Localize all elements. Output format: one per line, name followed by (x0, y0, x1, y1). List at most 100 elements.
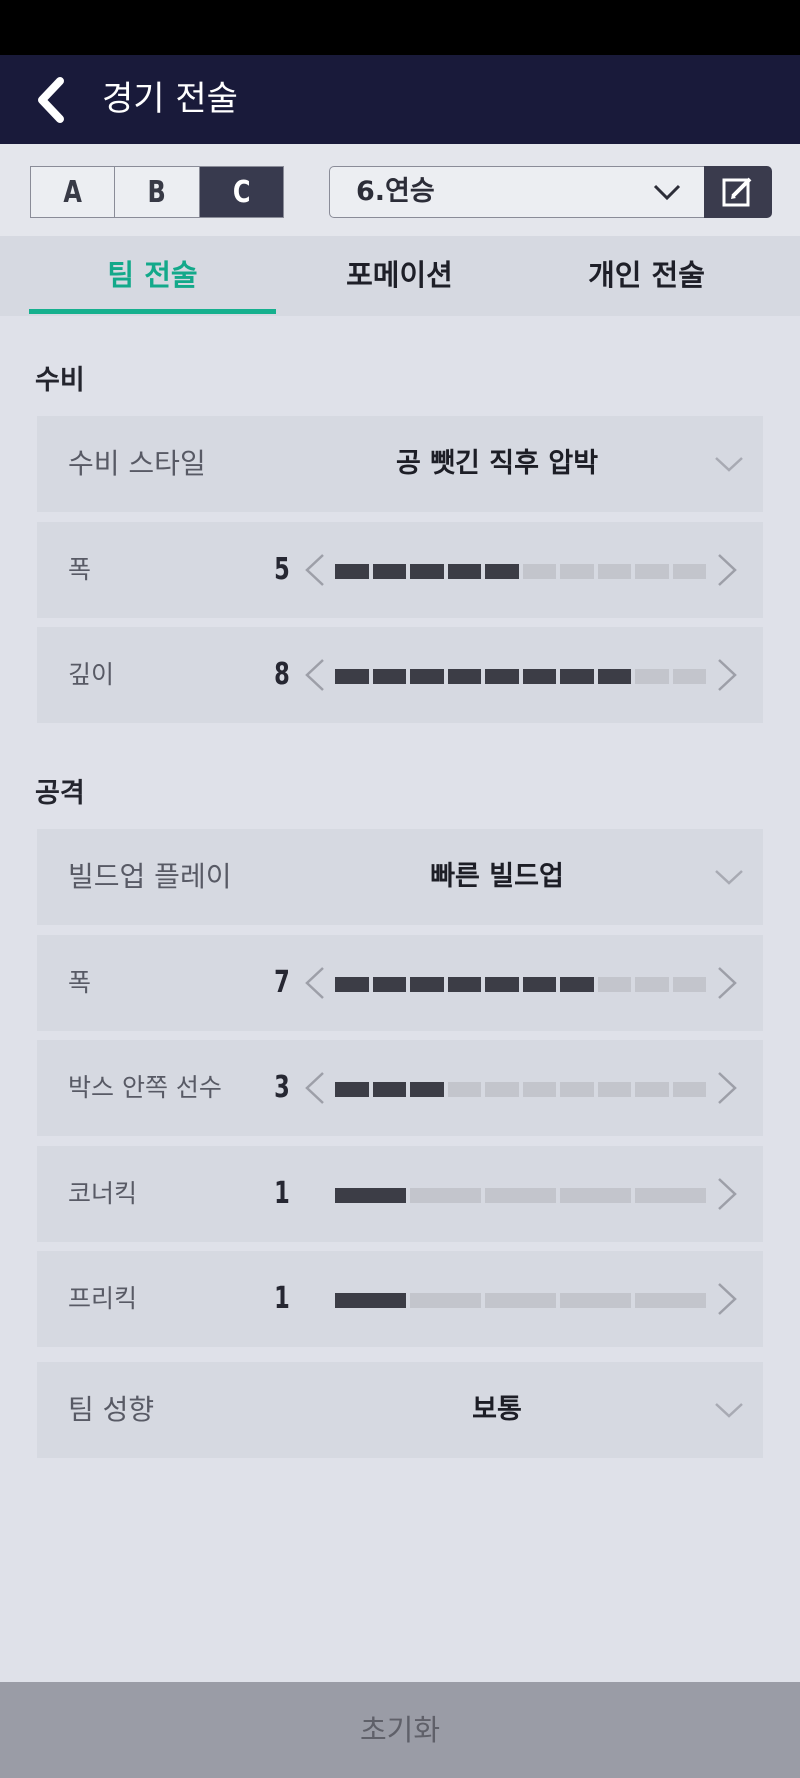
bar-segment-filled (485, 669, 519, 684)
row-label: 수비 스타일 (68, 447, 206, 480)
squad-tab-label: A (63, 174, 82, 210)
edit-icon (722, 177, 752, 207)
edit-tactic-button[interactable] (704, 166, 772, 218)
active-tab-indicator (29, 309, 276, 314)
level-bar[interactable] (335, 977, 706, 992)
back-button[interactable] (30, 73, 80, 127)
increase-arrow-icon[interactable] (713, 552, 741, 588)
bar-segment-empty (635, 1082, 669, 1097)
bar-segment-empty (597, 564, 631, 579)
bar-segment-filled (410, 564, 444, 579)
level-bar[interactable] (335, 669, 706, 684)
bar-segment-filled (372, 669, 406, 684)
status-bar (0, 0, 800, 55)
tactic-toolbar: A B C 6.연승 (0, 144, 800, 236)
bar-segment-filled (372, 977, 406, 992)
chevron-down-icon (715, 1403, 743, 1418)
row-value: 보통 (472, 1394, 522, 1425)
bar-segment-filled (410, 669, 444, 684)
tab-formation[interactable]: 포메이션 (276, 236, 523, 316)
bar-segment-empty (485, 1293, 556, 1308)
tab-individual-tactics[interactable]: 개인 전술 (523, 236, 770, 316)
bar-segment-empty (560, 1188, 631, 1203)
squad-tab-c[interactable]: C (199, 167, 283, 217)
reset-label: 초기화 (359, 1713, 441, 1747)
row-label: 코너킥 (68, 1179, 138, 1208)
row-label: 프리킥 (68, 1284, 138, 1313)
increase-arrow-icon[interactable] (713, 657, 741, 693)
increase-arrow-icon[interactable] (713, 1281, 741, 1317)
bar-segment-filled (335, 977, 369, 992)
bar-segment-empty (447, 1082, 481, 1097)
main-tabs: 팀 전술 포메이션 개인 전술 (0, 236, 800, 316)
bar-segment-filled (410, 977, 444, 992)
level-value: 7 (274, 965, 290, 1000)
defense-depth-row: 깊이 8 (37, 627, 763, 723)
row-label: 폭 (68, 968, 92, 997)
decrease-arrow-icon[interactable] (301, 552, 329, 588)
level-bar[interactable] (335, 564, 706, 579)
bar-segment-empty (672, 564, 706, 579)
bar-segment-empty (597, 977, 631, 992)
section-title-attack: 공격 (35, 778, 85, 809)
chevron-down-icon (715, 870, 743, 885)
increase-arrow-icon[interactable] (713, 1176, 741, 1212)
tactic-select-value: 6.연승 (356, 176, 435, 207)
chevron-down-icon (653, 184, 681, 201)
bar-segment-empty (672, 1082, 706, 1097)
level-bar[interactable] (335, 1293, 706, 1308)
decrease-arrow-icon[interactable] (301, 657, 329, 693)
bar-segment-filled (485, 564, 519, 579)
level-value: 5 (274, 552, 290, 587)
squad-tab-b[interactable]: B (115, 167, 200, 217)
level-bar[interactable] (335, 1188, 706, 1203)
level-value: 1 (274, 1281, 290, 1316)
row-label: 빌드업 플레이 (68, 860, 232, 893)
bar-segment-filled (335, 564, 369, 579)
bar-segment-filled (597, 669, 631, 684)
bar-segment-filled (335, 1188, 406, 1203)
increase-arrow-icon[interactable] (713, 1070, 741, 1106)
bar-segment-empty (635, 977, 669, 992)
level-value: 3 (274, 1070, 290, 1105)
level-bar[interactable] (335, 1082, 706, 1097)
decrease-arrow-icon[interactable] (301, 965, 329, 1001)
level-value: 1 (274, 1176, 290, 1211)
row-label: 팀 성향 (68, 1393, 155, 1426)
bar-segment-filled (447, 564, 481, 579)
reset-button[interactable]: 초기화 (0, 1682, 800, 1778)
row-value: 공 뺏긴 직후 압박 (395, 448, 599, 479)
bar-segment-filled (560, 977, 594, 992)
decrease-arrow-icon[interactable] (301, 1070, 329, 1106)
chevron-left-icon (38, 77, 64, 123)
row-value: 빠른 빌드업 (430, 861, 564, 892)
buildup-play-row[interactable]: 빌드업 플레이 빠른 빌드업 (37, 829, 763, 925)
bar-segment-empty (485, 1188, 556, 1203)
increase-arrow-icon[interactable] (713, 965, 741, 1001)
bar-segment-filled (335, 1293, 406, 1308)
bar-segment-empty (560, 1293, 631, 1308)
tactic-select[interactable]: 6.연승 (329, 166, 705, 218)
squad-tab-label: B (147, 174, 167, 210)
defense-style-row[interactable]: 수비 스타일 공 뺏긴 직후 압박 (37, 416, 763, 512)
level-value: 8 (274, 657, 290, 692)
tab-team-tactics[interactable]: 팀 전술 (29, 236, 276, 316)
bar-segment-filled (372, 1082, 406, 1097)
bar-segment-empty (597, 1082, 631, 1097)
row-label: 폭 (68, 555, 92, 584)
team-tendency-row[interactable]: 팀 성향 보통 (37, 1362, 763, 1458)
chevron-down-icon (715, 457, 743, 472)
bar-segment-empty (635, 1293, 706, 1308)
bar-segment-empty (560, 1082, 594, 1097)
free-kick-row: 프리킥 1 (37, 1251, 763, 1347)
bar-segment-empty (522, 564, 556, 579)
bar-segment-empty (410, 1188, 481, 1203)
bar-segment-filled (447, 669, 481, 684)
bar-segment-empty (635, 1188, 706, 1203)
defense-width-row: 폭 5 (37, 522, 763, 618)
corner-kick-row: 코너킥 1 (37, 1146, 763, 1242)
bar-segment-empty (672, 669, 706, 684)
box-players-row: 박스 안쪽 선수 3 (37, 1040, 763, 1136)
squad-tab-a[interactable]: A (31, 167, 116, 217)
bar-segment-filled (522, 977, 556, 992)
